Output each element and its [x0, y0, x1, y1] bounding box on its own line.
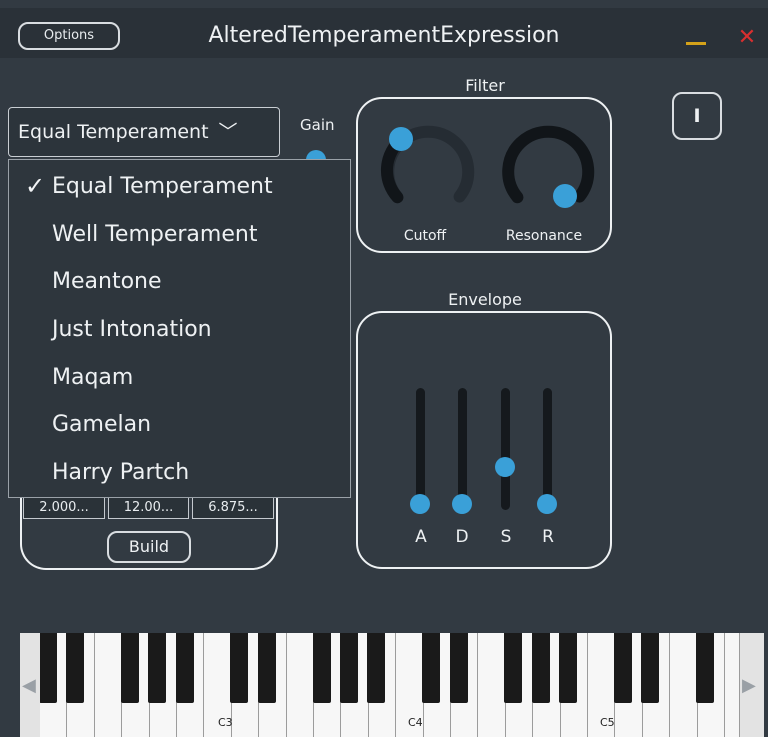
sustain-slider-thumb[interactable] [495, 457, 515, 477]
black-key[interactable] [66, 633, 84, 703]
sustain-slider-track[interactable] [501, 388, 510, 510]
white-key[interactable] [94, 633, 123, 737]
menu-item-harry-partch[interactable]: Harry Partch [9, 450, 350, 497]
black-key[interactable] [531, 633, 550, 703]
keyboard-scroll-right-button[interactable]: ▶ [740, 633, 764, 737]
arrow-left-icon: ◀ [22, 675, 36, 696]
info-button[interactable]: I [672, 92, 722, 140]
menu-item-label: Maqam [52, 365, 134, 390]
resonance-label: Resonance [505, 228, 583, 244]
decay-slider-track[interactable] [458, 388, 467, 510]
white-key[interactable] [286, 633, 314, 737]
app-title: AlteredTemperamentExpression [208, 23, 560, 48]
sustain-label: S [500, 527, 512, 547]
black-key[interactable] [257, 633, 276, 703]
decay-slider-thumb[interactable] [452, 494, 472, 514]
black-key[interactable] [449, 633, 468, 703]
black-key[interactable] [312, 633, 331, 703]
note-label-c5: C5 [600, 716, 615, 729]
menu-item-maqam[interactable]: Maqam [9, 355, 350, 402]
white-key[interactable] [670, 633, 698, 737]
black-key[interactable] [422, 633, 441, 703]
menu-item-gamelan[interactable]: Gamelan [9, 402, 350, 449]
build-field-3[interactable]: 6.875... [192, 497, 274, 519]
black-key[interactable] [367, 633, 386, 703]
menu-item-equal-temperament[interactable]: ✓ Equal Temperament [9, 164, 350, 211]
black-key[interactable] [559, 633, 578, 703]
build-button[interactable]: Build [107, 531, 191, 563]
menu-item-meantone[interactable]: Meantone [9, 259, 350, 306]
cutoff-label: Cutoff [403, 228, 447, 244]
menu-item-label: Equal Temperament [52, 174, 273, 199]
title-bar: Options AlteredTemperamentExpression ✕ [0, 8, 768, 58]
release-slider-track[interactable] [543, 388, 552, 510]
decay-label: D [455, 527, 469, 547]
black-key[interactable] [38, 633, 57, 703]
black-key[interactable] [120, 633, 139, 703]
release-label: R [542, 527, 554, 547]
plugin-window: Options AlteredTemperamentExpression ✕ F… [0, 0, 768, 737]
attack-slider-thumb[interactable] [410, 494, 430, 514]
resonance-knob[interactable] [496, 118, 596, 218]
chevron-down-icon: ﹀ [218, 121, 238, 143]
note-label-c3: C3 [218, 716, 233, 729]
black-key[interactable] [340, 633, 358, 703]
envelope-title: Envelope [448, 290, 522, 309]
menu-item-just-intonation[interactable]: Just Intonation [9, 307, 350, 354]
menu-item-label: Gamelan [52, 412, 152, 437]
gain-label: Gain [300, 116, 335, 134]
black-key[interactable] [175, 633, 194, 703]
release-slider-thumb[interactable] [537, 494, 557, 514]
cutoff-knob[interactable] [376, 118, 476, 218]
close-icon[interactable]: ✕ [735, 26, 759, 50]
checkmark-icon: ✓ [25, 172, 46, 200]
attack-slider-track[interactable] [416, 388, 425, 510]
white-key[interactable] [478, 633, 506, 737]
arrow-right-icon: ▶ [742, 675, 756, 696]
note-label-c4: C4 [408, 716, 423, 729]
white-key[interactable] [725, 633, 740, 737]
black-key[interactable] [696, 633, 715, 703]
envelope-panel [356, 311, 612, 569]
black-key[interactable] [148, 633, 167, 703]
black-key[interactable] [230, 633, 249, 703]
attack-label: A [415, 527, 427, 547]
black-key[interactable] [614, 633, 632, 703]
build-field-2[interactable]: 12.00... [108, 497, 189, 519]
temperament-selected-value: Equal Temperament [18, 121, 209, 143]
menu-item-label: Meantone [52, 269, 162, 294]
menu-item-label: Just Intonation [52, 317, 212, 342]
minimize-icon[interactable] [686, 42, 706, 45]
black-key[interactable] [641, 633, 660, 703]
temperament-dropdown-menu: ✓ Equal Temperament Well Temperament Mea… [8, 159, 351, 498]
menu-item-label: Harry Partch [52, 460, 190, 485]
temperament-select[interactable]: Equal Temperament ﹀ [8, 107, 280, 157]
black-key[interactable] [504, 633, 523, 703]
menu-item-label: Well Temperament [52, 222, 258, 247]
build-field-1[interactable]: 2.000... [23, 497, 105, 519]
keyboard-scroll-left-button[interactable]: ◀ [20, 633, 40, 737]
menu-item-well-temperament[interactable]: Well Temperament [9, 212, 350, 259]
filter-title: Filter [465, 76, 505, 95]
